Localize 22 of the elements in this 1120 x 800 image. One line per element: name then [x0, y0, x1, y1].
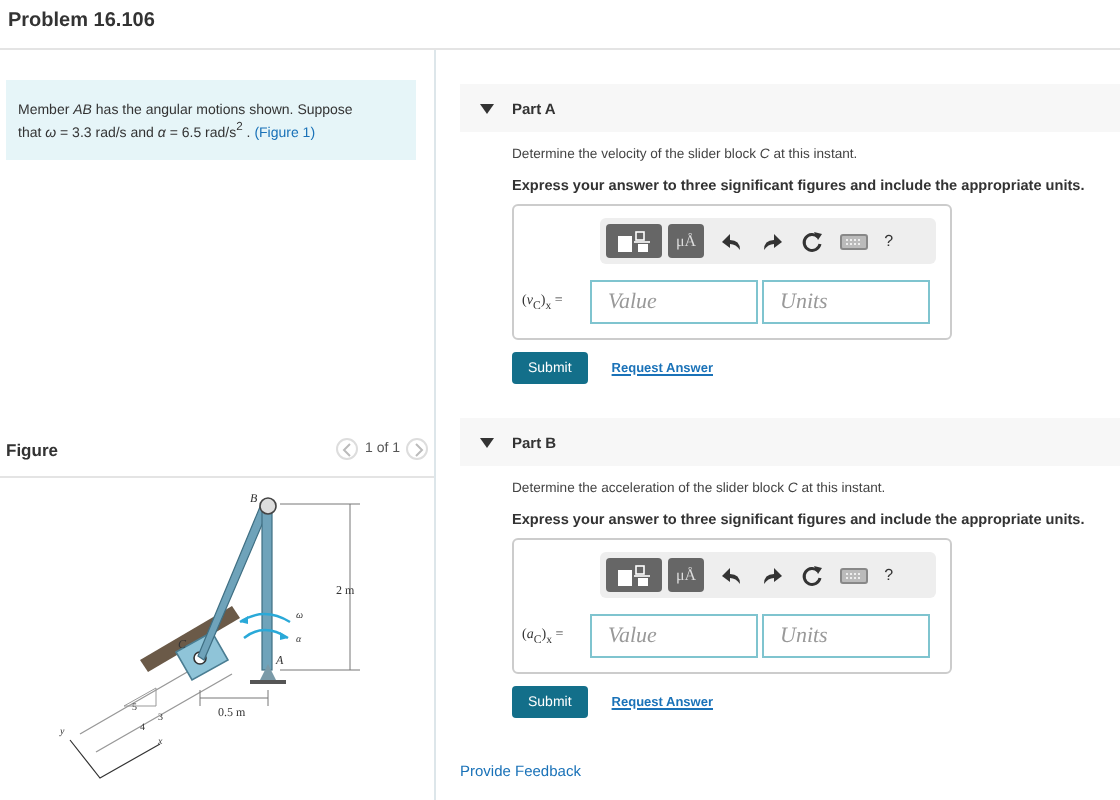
undo-icon[interactable] — [720, 229, 745, 253]
units-field[interactable]: Units — [762, 280, 930, 324]
value-field[interactable]: Value — [590, 280, 758, 324]
reset-icon[interactable] — [800, 563, 825, 587]
keyboard-icon[interactable] — [840, 231, 869, 251]
redo-icon[interactable] — [760, 563, 785, 587]
templates-icon[interactable] — [606, 224, 662, 258]
units-field[interactable]: Units — [762, 614, 930, 658]
collapse-icon[interactable] — [480, 437, 494, 447]
collapse-icon[interactable] — [480, 103, 494, 113]
reset-icon[interactable] — [800, 229, 825, 253]
redo-icon[interactable] — [760, 229, 785, 253]
units-button[interactable]: μÅ — [668, 224, 705, 258]
figure-title: Figure — [6, 439, 58, 459]
units-button[interactable]: μÅ — [668, 558, 705, 592]
templates-icon[interactable] — [606, 558, 662, 592]
keyboard-icon[interactable] — [840, 565, 869, 585]
help-button[interactable]: ? — [884, 232, 894, 250]
help-button[interactable]: ? — [884, 566, 894, 584]
problem-title: Problem 16.106 — [8, 10, 157, 32]
undo-icon[interactable] — [720, 563, 745, 587]
value-field[interactable]: Value — [590, 614, 758, 658]
